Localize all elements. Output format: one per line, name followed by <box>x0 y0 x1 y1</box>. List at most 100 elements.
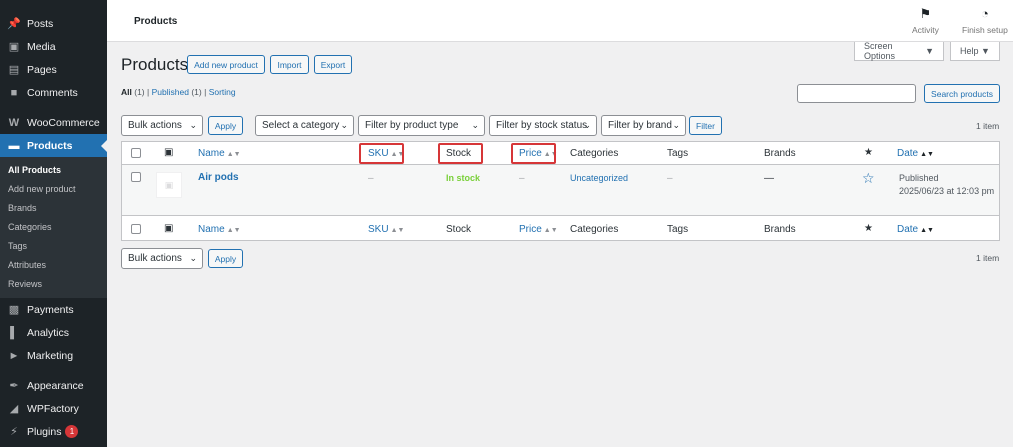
apply-button-bottom[interactable]: Apply <box>208 249 243 268</box>
column-date[interactable]: Date ▲▼ <box>897 148 934 159</box>
row-checkbox[interactable] <box>131 172 141 182</box>
chevron-down-icon: ⌄ <box>189 120 197 130</box>
sort-icon: ▲▼ <box>226 151 241 158</box>
screen-options-tab[interactable]: Screen Options ▼ <box>854 41 944 61</box>
search-products-button[interactable]: Search products <box>924 84 1000 103</box>
menu-item-woocommerce[interactable]: W WooCommerce <box>0 111 107 134</box>
submenu-all-products[interactable]: All Products <box>0 161 107 180</box>
product-sku: – <box>368 173 374 184</box>
image-column-icon: ▣ <box>164 223 174 234</box>
products-icon: ▬ <box>8 139 20 152</box>
products-submenu: All Products Add new product Brands Cate… <box>0 157 107 298</box>
stock-status-filter-select[interactable]: Filter by stock status ⌄ <box>489 115 597 136</box>
submenu-categories[interactable]: Categories <box>0 218 107 237</box>
view-published[interactable]: Published (1) <box>152 87 202 97</box>
flag-icon: ⚑ <box>919 6 932 21</box>
menu-item-posts[interactable]: 📌 Posts <box>0 12 107 35</box>
sort-icon: ▲▼ <box>920 227 934 234</box>
chevron-down-icon: ⌄ <box>583 120 591 130</box>
featured-star-toggle-icon[interactable]: ☆ <box>862 170 875 187</box>
category-filter-select[interactable]: Select a category ⌄ <box>255 115 354 136</box>
sort-icon: ▲▼ <box>390 227 405 234</box>
woocommerce-header: Products ⚑ Activity ◔ Finish setup <box>107 0 1013 42</box>
woocommerce-icon: W <box>8 116 20 129</box>
products-table: ▣ Name ▲▼ SKU ▲▼ Stock Price ▲▼ Categories … <box>121 141 1000 241</box>
menu-item-payments[interactable]: ▩ Payments <box>0 298 107 321</box>
menu-item-appearance[interactable]: ✒ Appearance <box>0 374 107 397</box>
bulk-actions-select-top[interactable]: Bulk actions ⌄ <box>121 115 203 136</box>
table-header-row: ▣ Name ▲▼ SKU ▲▼ Stock Price ▲▼ Categories … <box>122 142 999 165</box>
menu-item-products[interactable]: ▬ Products <box>0 134 107 157</box>
product-tags: – <box>667 173 673 184</box>
stock-status: In stock <box>446 173 481 183</box>
column-brands-footer: Brands <box>764 224 796 235</box>
payments-icon: ▩ <box>8 304 20 316</box>
menu-item-analytics[interactable]: ▌ Analytics <box>0 321 107 344</box>
column-brands: Brands <box>764 148 796 159</box>
menu-item-pages[interactable]: ▤ Pages <box>0 58 107 81</box>
brand-filter-select[interactable]: Filter by brand ⌄ <box>601 115 686 136</box>
submenu-tags[interactable]: Tags <box>0 237 107 256</box>
marketing-icon: ► <box>8 349 20 362</box>
table-footer-row: ▣ Name ▲▼ SKU ▲▼ Stock Price ▲▼ Categories … <box>122 216 999 241</box>
featured-star-icon: ★ <box>864 147 873 158</box>
submenu-reviews[interactable]: Reviews <box>0 275 107 294</box>
select-all-checkbox-footer[interactable] <box>131 224 141 234</box>
column-sku-footer[interactable]: SKU ▲▼ <box>368 224 404 235</box>
product-brands: — <box>764 173 774 184</box>
column-price-footer[interactable]: Price ▲▼ <box>519 224 558 235</box>
apply-button-top[interactable]: Apply <box>208 116 243 135</box>
chevron-down-icon: ⌄ <box>471 120 479 130</box>
highlight-sku <box>359 143 404 164</box>
column-name-footer[interactable]: Name ▲▼ <box>198 224 241 235</box>
media-icon: ▣ <box>8 41 20 53</box>
wpfactory-icon: ◢ <box>9 403 19 415</box>
select-all-checkbox[interactable] <box>131 148 141 158</box>
submenu-attributes[interactable]: Attributes <box>0 256 107 275</box>
column-name[interactable]: Name ▲▼ <box>198 148 241 159</box>
image-placeholder-icon: ▣ <box>164 179 174 190</box>
bulk-actions-select-bottom[interactable]: Bulk actions ⌄ <box>121 248 203 269</box>
filter-button[interactable]: Filter <box>689 116 722 135</box>
column-stock-footer: Stock <box>446 224 472 235</box>
product-type-filter-select[interactable]: Filter by product type ⌄ <box>358 115 485 136</box>
sort-icon: ▲▼ <box>543 227 558 234</box>
search-input[interactable] <box>797 84 916 103</box>
comments-icon: ■ <box>10 86 18 99</box>
submenu-brands[interactable]: Brands <box>0 199 107 218</box>
column-categories: Categories <box>570 148 619 159</box>
progress-circle-icon: ◔ <box>980 6 989 21</box>
chevron-down-icon: ⌄ <box>672 120 680 130</box>
highlight-price <box>511 143 556 164</box>
import-button[interactable]: Import <box>270 55 309 74</box>
submenu-add-new-product[interactable]: Add new product <box>0 180 107 199</box>
add-new-product-button[interactable]: Add new product <box>187 55 265 74</box>
product-category-link[interactable]: Uncategorized <box>570 173 628 183</box>
column-date-footer[interactable]: Date ▲▼ <box>897 224 934 235</box>
menu-item-marketing[interactable]: ► Marketing <box>0 344 107 367</box>
sort-icon: ▲▼ <box>226 227 241 234</box>
menu-item-wpfactory[interactable]: ◢ WPFactory <box>0 397 107 420</box>
featured-star-icon: ★ <box>864 223 873 234</box>
menu-item-media[interactable]: ▣ Media <box>0 35 107 58</box>
finish-setup-button[interactable]: ◔ Finish setup <box>962 6 1008 35</box>
sort-icon: ▲▼ <box>920 151 934 158</box>
product-name-link[interactable]: Air pods <box>198 172 239 183</box>
view-sorting[interactable]: Sorting <box>209 87 236 97</box>
menu-item-plugins[interactable]: ⚡ Plugins 1 <box>0 420 107 443</box>
date-status: Published <box>899 173 939 183</box>
menu-item-comments[interactable]: ■ Comments <box>0 81 107 104</box>
product-thumbnail[interactable]: ▣ <box>156 172 182 198</box>
activity-button[interactable]: ⚑ Activity <box>912 6 939 35</box>
caret-down-icon: ▼ <box>925 46 934 56</box>
highlight-stock <box>438 143 483 164</box>
column-categories-footer: Categories <box>570 224 619 235</box>
table-row: ▣ Air pods – In stock – Uncategorized – … <box>122 165 999 216</box>
export-button[interactable]: Export <box>314 55 352 74</box>
chevron-down-icon: ⌄ <box>340 120 348 130</box>
admin-sidebar: 📌 Posts ▣ Media ▤ Pages ■ Comments W WooComme… <box>0 0 107 447</box>
header-title: Products <box>134 16 178 27</box>
help-tab[interactable]: Help ▼ <box>950 42 1000 61</box>
view-all[interactable]: All (1) <box>121 87 145 97</box>
appearance-icon: ✒ <box>9 380 19 392</box>
